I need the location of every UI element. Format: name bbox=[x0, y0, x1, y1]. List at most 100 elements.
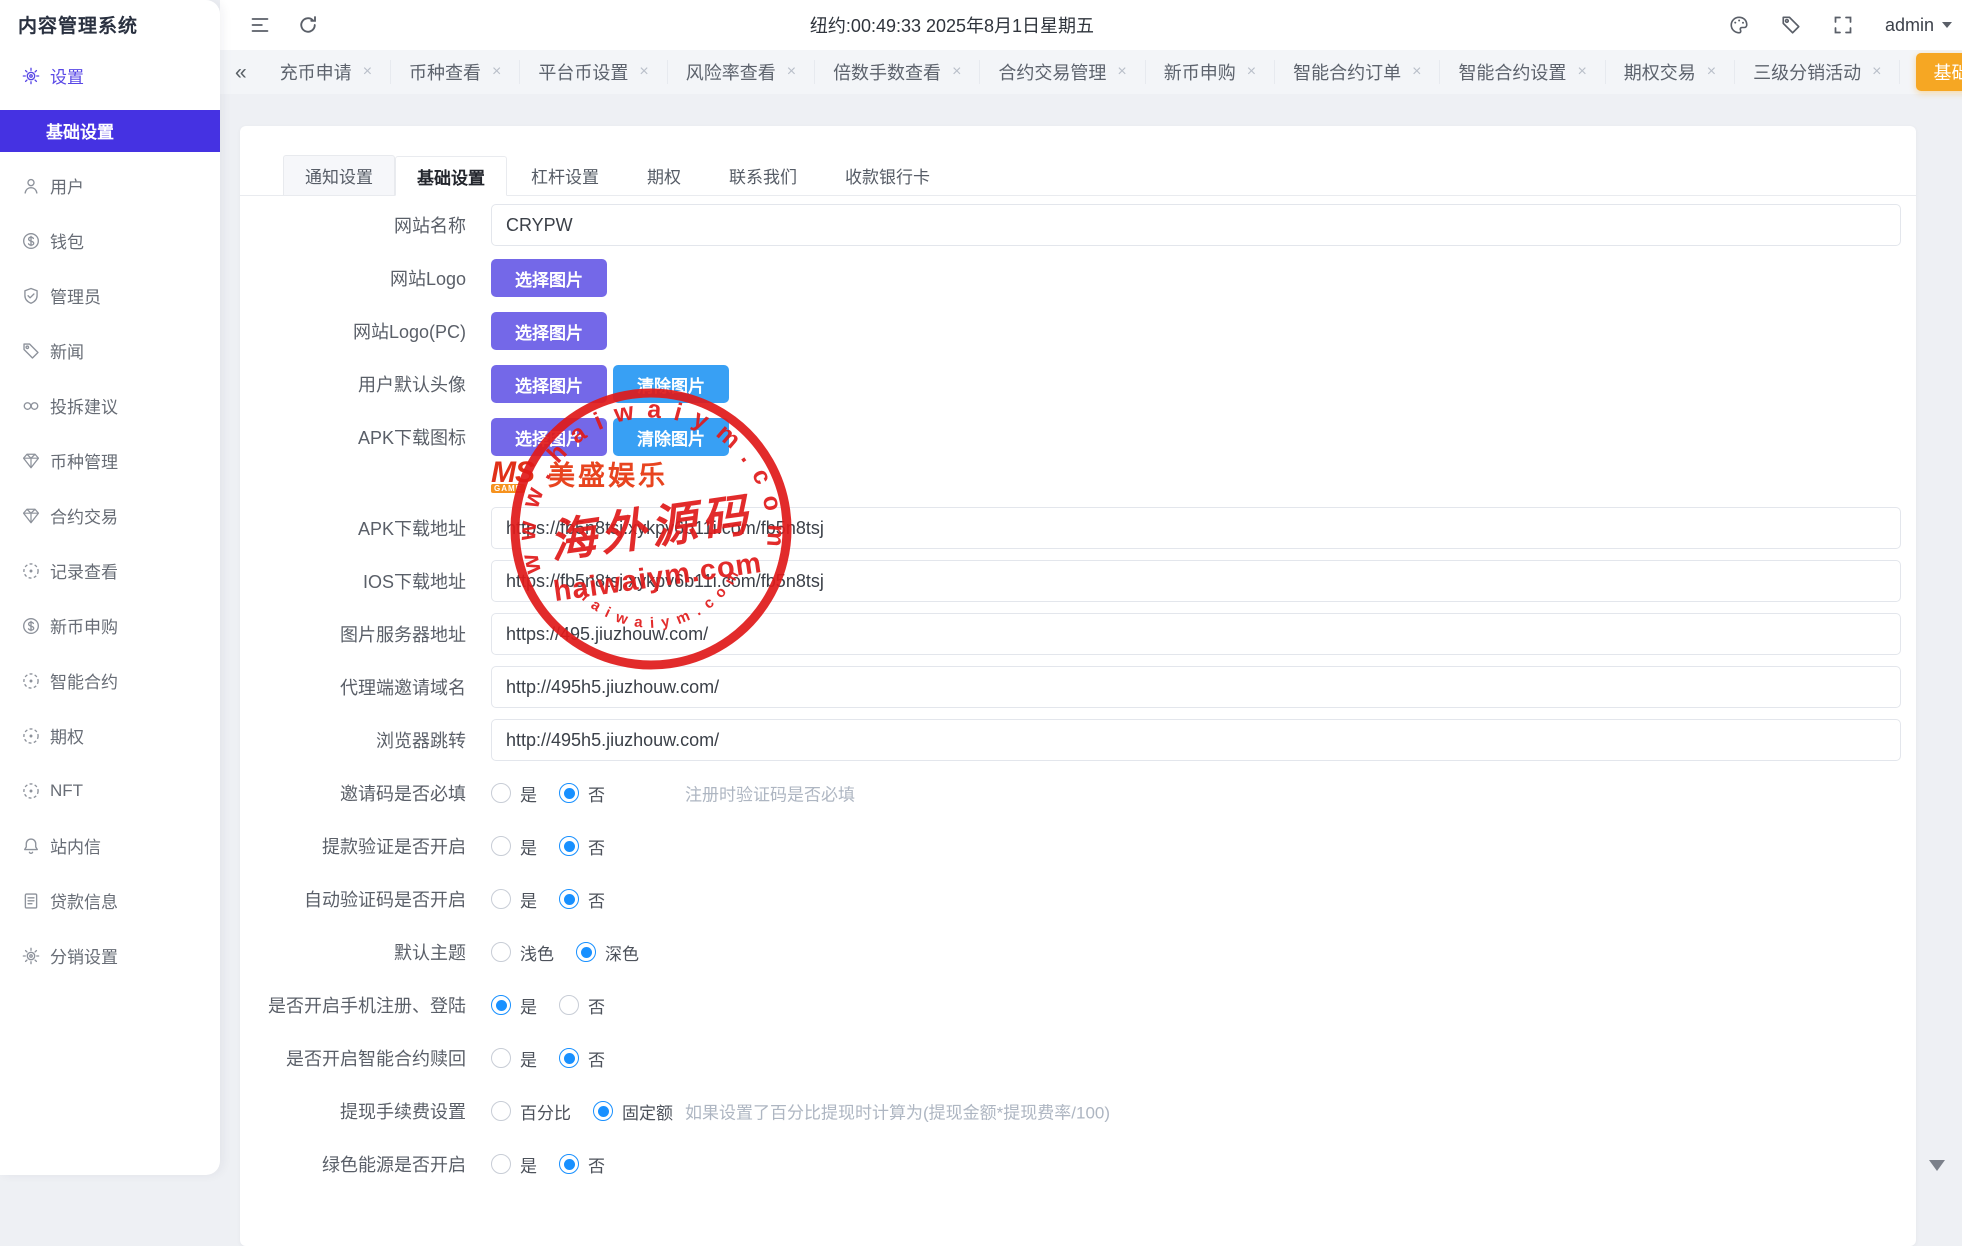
choose-image-button[interactable]: 选择图片 bbox=[491, 259, 607, 297]
sidebar-item[interactable]: 新币申购 bbox=[0, 598, 220, 653]
close-tab-icon[interactable]: × bbox=[787, 64, 796, 80]
radio-unselected-icon[interactable] bbox=[491, 1101, 511, 1121]
close-tab-icon[interactable]: × bbox=[1707, 64, 1716, 80]
radio-selected-icon[interactable] bbox=[593, 1101, 613, 1121]
sidebar-item[interactable]: 投拆建议 bbox=[0, 378, 220, 433]
sidebar-item[interactable]: 钱包 bbox=[0, 213, 220, 268]
settings-tab[interactable]: 期权 bbox=[623, 155, 705, 195]
close-tab-icon[interactable]: × bbox=[363, 64, 372, 80]
sidebar-item[interactable]: 用户 bbox=[0, 158, 220, 213]
radio-option[interactable]: 否 bbox=[559, 1046, 605, 1071]
settings-tab[interactable]: 杠杆设置 bbox=[507, 155, 623, 195]
sidebar-item[interactable]: 币种管理 bbox=[0, 433, 220, 488]
radio-option[interactable]: 百分比 bbox=[491, 1099, 571, 1124]
settings-tab[interactable]: 收款银行卡 bbox=[821, 155, 954, 195]
user-menu[interactable]: admin bbox=[1885, 15, 1952, 36]
close-tab-icon[interactable]: × bbox=[952, 64, 961, 80]
radio-unselected-icon[interactable] bbox=[559, 995, 579, 1015]
close-tab-icon[interactable]: × bbox=[1117, 64, 1126, 80]
form-field: 选择图片 bbox=[491, 259, 1901, 297]
radio-option[interactable]: 深色 bbox=[576, 940, 639, 965]
open-tab[interactable]: 智能合约设置× bbox=[1440, 60, 1605, 84]
radio-option[interactable]: 否 bbox=[559, 993, 605, 1018]
settings-tab-active[interactable]: 基础设置 bbox=[395, 156, 507, 196]
close-tab-icon[interactable]: × bbox=[1577, 64, 1586, 80]
radio-selected-icon[interactable] bbox=[491, 995, 511, 1015]
radio-unselected-icon[interactable] bbox=[491, 1154, 511, 1174]
radio-selected-icon[interactable] bbox=[559, 1048, 579, 1068]
gem-icon bbox=[22, 452, 40, 470]
open-tab[interactable]: 充币申请× bbox=[262, 60, 391, 84]
radio-option[interactable]: 是 bbox=[491, 887, 537, 912]
open-tab[interactable]: 风险率查看× bbox=[668, 60, 815, 84]
open-tab[interactable]: 合约交易管理 × bbox=[980, 60, 1145, 84]
open-tab[interactable]: 新币申购× bbox=[1146, 60, 1275, 84]
sidebar-item[interactable]: 智能合约 bbox=[0, 653, 220, 708]
open-tab-active[interactable]: 基础设置× bbox=[1916, 53, 1962, 91]
sidebar-item[interactable]: 站内信 bbox=[0, 818, 220, 873]
text-input[interactable] bbox=[491, 204, 1901, 246]
radio-selected-icon[interactable] bbox=[559, 836, 579, 856]
sidebar-item[interactable]: NFT bbox=[0, 763, 220, 818]
radio-option[interactable]: 是 bbox=[491, 1046, 537, 1071]
choose-image-button[interactable]: 选择图片 bbox=[491, 312, 607, 350]
radio-option[interactable]: 固定额 bbox=[593, 1099, 673, 1124]
radio-selected-icon[interactable] bbox=[559, 889, 579, 909]
close-tab-icon[interactable]: × bbox=[1872, 64, 1881, 80]
choose-image-button[interactable]: 选择图片 bbox=[491, 418, 607, 456]
radio-option[interactable]: 是 bbox=[491, 1152, 537, 1177]
radio-unselected-icon[interactable] bbox=[491, 836, 511, 856]
text-input[interactable] bbox=[491, 560, 1901, 602]
radio-option[interactable]: 否 bbox=[559, 1152, 605, 1177]
tag-icon[interactable] bbox=[1781, 15, 1801, 35]
settings-tab[interactable]: 通知设置 bbox=[283, 155, 395, 195]
open-tab[interactable]: 币种查看× bbox=[391, 60, 520, 84]
radio-option[interactable]: 否 bbox=[559, 834, 605, 859]
open-tab[interactable]: 平台币设置× bbox=[520, 60, 667, 84]
radio-option[interactable]: 否 bbox=[559, 781, 605, 806]
collapse-menu-icon[interactable] bbox=[250, 15, 270, 35]
clear-image-button[interactable]: 清除图片 bbox=[613, 418, 729, 456]
radio-selected-icon[interactable] bbox=[559, 783, 579, 803]
open-tab[interactable]: 智能合约订单× bbox=[1275, 60, 1440, 84]
radio-selected-icon[interactable] bbox=[559, 1154, 579, 1174]
refresh-icon[interactable] bbox=[298, 15, 318, 35]
radio-option[interactable]: 是 bbox=[491, 993, 537, 1018]
sidebar-item[interactable]: 分销设置 bbox=[0, 928, 220, 983]
sidebar-subitem-active[interactable]: 基础设置 bbox=[0, 110, 220, 152]
sidebar-item[interactable]: 合约交易 bbox=[0, 488, 220, 543]
sidebar-item[interactable]: 贷款信息 bbox=[0, 873, 220, 928]
choose-image-button[interactable]: 选择图片 bbox=[491, 365, 607, 403]
radio-option[interactable]: 是 bbox=[491, 834, 537, 859]
radio-unselected-icon[interactable] bbox=[491, 1048, 511, 1068]
radio-option[interactable]: 浅色 bbox=[491, 940, 554, 965]
tab-label: 合约交易管理 bbox=[998, 59, 1106, 85]
open-tab[interactable]: 倍数手数查看× bbox=[815, 60, 980, 84]
radio-selected-icon[interactable] bbox=[576, 942, 596, 962]
close-tab-icon[interactable]: × bbox=[1412, 64, 1421, 80]
theme-palette-icon[interactable] bbox=[1729, 15, 1749, 35]
text-input[interactable] bbox=[491, 666, 1901, 708]
close-tab-icon[interactable]: × bbox=[492, 64, 501, 80]
fullscreen-icon[interactable] bbox=[1833, 15, 1853, 35]
radio-unselected-icon[interactable] bbox=[491, 783, 511, 803]
radio-option[interactable]: 否 bbox=[559, 887, 605, 912]
sidebar-item[interactable]: 设置 bbox=[0, 48, 220, 103]
sidebar-item[interactable]: 管理员 bbox=[0, 268, 220, 323]
open-tab[interactable]: 期权交易× bbox=[1606, 60, 1735, 84]
text-input[interactable] bbox=[491, 507, 1901, 549]
radio-unselected-icon[interactable] bbox=[491, 942, 511, 962]
close-tab-icon[interactable]: × bbox=[1247, 64, 1256, 80]
sidebar-item[interactable]: 新闻 bbox=[0, 323, 220, 378]
settings-tab[interactable]: 联系我们 bbox=[705, 155, 821, 195]
radio-unselected-icon[interactable] bbox=[491, 889, 511, 909]
radio-option[interactable]: 是 bbox=[491, 781, 537, 806]
text-input[interactable] bbox=[491, 719, 1901, 761]
sidebar-item[interactable]: 记录查看 bbox=[0, 543, 220, 598]
close-tab-icon[interactable]: × bbox=[639, 64, 648, 80]
tabs-scroll-left-icon[interactable]: « bbox=[220, 62, 262, 83]
clear-image-button[interactable]: 清除图片 bbox=[613, 365, 729, 403]
sidebar-item[interactable]: 期权 bbox=[0, 708, 220, 763]
open-tab[interactable]: 三级分销活动× bbox=[1735, 60, 1900, 84]
text-input[interactable] bbox=[491, 613, 1901, 655]
